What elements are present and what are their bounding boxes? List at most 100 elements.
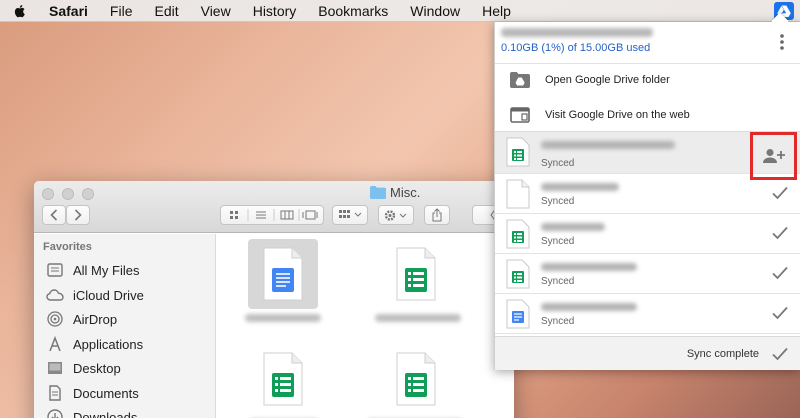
sheets-icon [506, 219, 530, 249]
file-name-redacted [541, 303, 637, 311]
cloud-icon [46, 287, 64, 303]
action-button[interactable] [378, 205, 414, 225]
sidebar-item-icloud-drive[interactable]: iCloud Drive [46, 285, 144, 305]
zoom-window-button[interactable] [82, 188, 94, 200]
drive-panel-header: 0.10GB (1%) of 15.00GB used [495, 22, 800, 64]
synced-file-row[interactable]: Synced [495, 254, 800, 294]
add-person-icon [762, 149, 785, 163]
sidebar-item-label: Desktop [73, 360, 121, 376]
synced-file-row[interactable]: Synced [495, 132, 800, 180]
sidebar-item-downloads[interactable]: Downloads [46, 407, 137, 418]
sidebar-item-all-my-files[interactable]: All My Files [46, 260, 139, 280]
window-title-label: Misc. [390, 185, 421, 200]
sidebar-item-label: All My Files [73, 262, 140, 278]
arrange-icon [339, 210, 362, 218]
finder-window: Misc. Favorites All My Files iCloud Driv… [34, 181, 514, 418]
documents-icon [46, 385, 64, 401]
sidebar-item-label: Documents [73, 385, 139, 401]
sync-status: Synced [541, 158, 575, 169]
applications-icon [46, 336, 64, 352]
window-title: Misc. [370, 185, 420, 200]
sync-status: Synced [541, 236, 575, 247]
finder-toolbar: Misc. [34, 181, 514, 233]
all-files-icon [46, 262, 64, 278]
action-label: Visit Google Drive on the web [545, 109, 690, 121]
menu-window[interactable]: Window [399, 3, 471, 19]
account-email-redacted [501, 28, 653, 37]
file-name-redacted [541, 141, 675, 149]
check-icon [772, 266, 788, 280]
file-name-redacted [245, 314, 321, 322]
image-file-icon [506, 179, 530, 209]
arrange-button[interactable] [332, 205, 368, 225]
check-icon [772, 347, 788, 361]
file-name-redacted [375, 314, 461, 322]
view-mode-group[interactable] [220, 205, 324, 225]
forward-button[interactable] [66, 205, 90, 225]
synced-file-row[interactable]: Synced [495, 214, 800, 254]
finder-file-grid [217, 234, 514, 418]
minimize-window-button[interactable] [62, 188, 74, 200]
action-label: Open Google Drive folder [545, 74, 670, 86]
sidebar-item-applications[interactable]: Applications [46, 334, 143, 354]
sidebar-item-desktop[interactable]: Desktop [46, 358, 121, 378]
file-name-redacted [541, 263, 637, 271]
browser-window-icon [509, 105, 531, 125]
share-icon [432, 208, 442, 222]
storage-usage: 0.10GB (1%) of 15.00GB used [501, 42, 651, 54]
share-file-button[interactable] [750, 132, 797, 180]
menu-bar: Safari File Edit View History Bookmarks … [0, 0, 800, 22]
apple-icon[interactable] [12, 3, 28, 19]
chevron-left-icon [50, 209, 58, 221]
folder-icon [370, 186, 386, 199]
sidebar-item-airdrop[interactable]: AirDrop [46, 309, 117, 329]
desktop-icon [46, 360, 64, 376]
file-item-sheets[interactable] [381, 344, 451, 414]
docs-file-icon [263, 247, 303, 301]
sync-status: Synced [541, 316, 575, 327]
sheets-icon [506, 137, 530, 167]
synced-file-row[interactable]: Synced [495, 294, 800, 334]
more-options-icon[interactable] [777, 32, 787, 52]
sheets-file-icon [396, 352, 436, 406]
file-item-docs[interactable] [248, 239, 318, 309]
sidebar-item-label: iCloud Drive [73, 287, 144, 303]
sync-complete-label: Sync complete [686, 348, 759, 360]
check-icon [772, 226, 788, 240]
menu-bookmarks[interactable]: Bookmarks [307, 3, 399, 19]
check-icon [772, 306, 788, 320]
open-drive-folder-action[interactable]: Open Google Drive folder [495, 62, 800, 98]
share-button[interactable] [424, 205, 450, 225]
menu-help[interactable]: Help [471, 3, 522, 19]
sidebar-heading: Favorites [43, 241, 92, 253]
chevron-right-icon [74, 209, 82, 221]
file-name-redacted [541, 223, 605, 231]
menu-history[interactable]: History [242, 3, 308, 19]
menu-app-name[interactable]: Safari [38, 3, 99, 19]
drive-folder-icon [509, 70, 531, 90]
finder-sidebar: Favorites All My Files iCloud Drive AirD… [34, 234, 216, 418]
sync-status: Synced [541, 196, 575, 207]
back-button[interactable] [42, 205, 66, 225]
synced-file-row[interactable]: Synced [495, 174, 800, 214]
downloads-icon [46, 409, 64, 418]
google-drive-panel: 0.10GB (1%) of 15.00GB used Open Google … [494, 22, 800, 370]
file-item-sheets[interactable] [381, 239, 451, 309]
sidebar-item-label: AirDrop [73, 311, 118, 327]
menu-edit[interactable]: Edit [143, 3, 189, 19]
file-item-sheets[interactable] [248, 344, 318, 414]
airdrop-icon [46, 311, 64, 327]
menu-view[interactable]: View [190, 3, 242, 19]
menu-file[interactable]: File [99, 3, 144, 19]
sync-footer: Sync complete [495, 336, 800, 370]
close-window-button[interactable] [42, 188, 54, 200]
sheets-icon [506, 259, 530, 289]
gear-icon [384, 209, 407, 221]
view-modes-icon [230, 209, 318, 221]
sync-status: Synced [541, 276, 575, 287]
docs-icon [506, 299, 530, 329]
sheets-file-icon [396, 247, 436, 301]
sidebar-item-documents[interactable]: Documents [46, 383, 139, 403]
visit-drive-web-action[interactable]: Visit Google Drive on the web [495, 97, 800, 133]
sidebar-item-label: Applications [73, 336, 144, 352]
